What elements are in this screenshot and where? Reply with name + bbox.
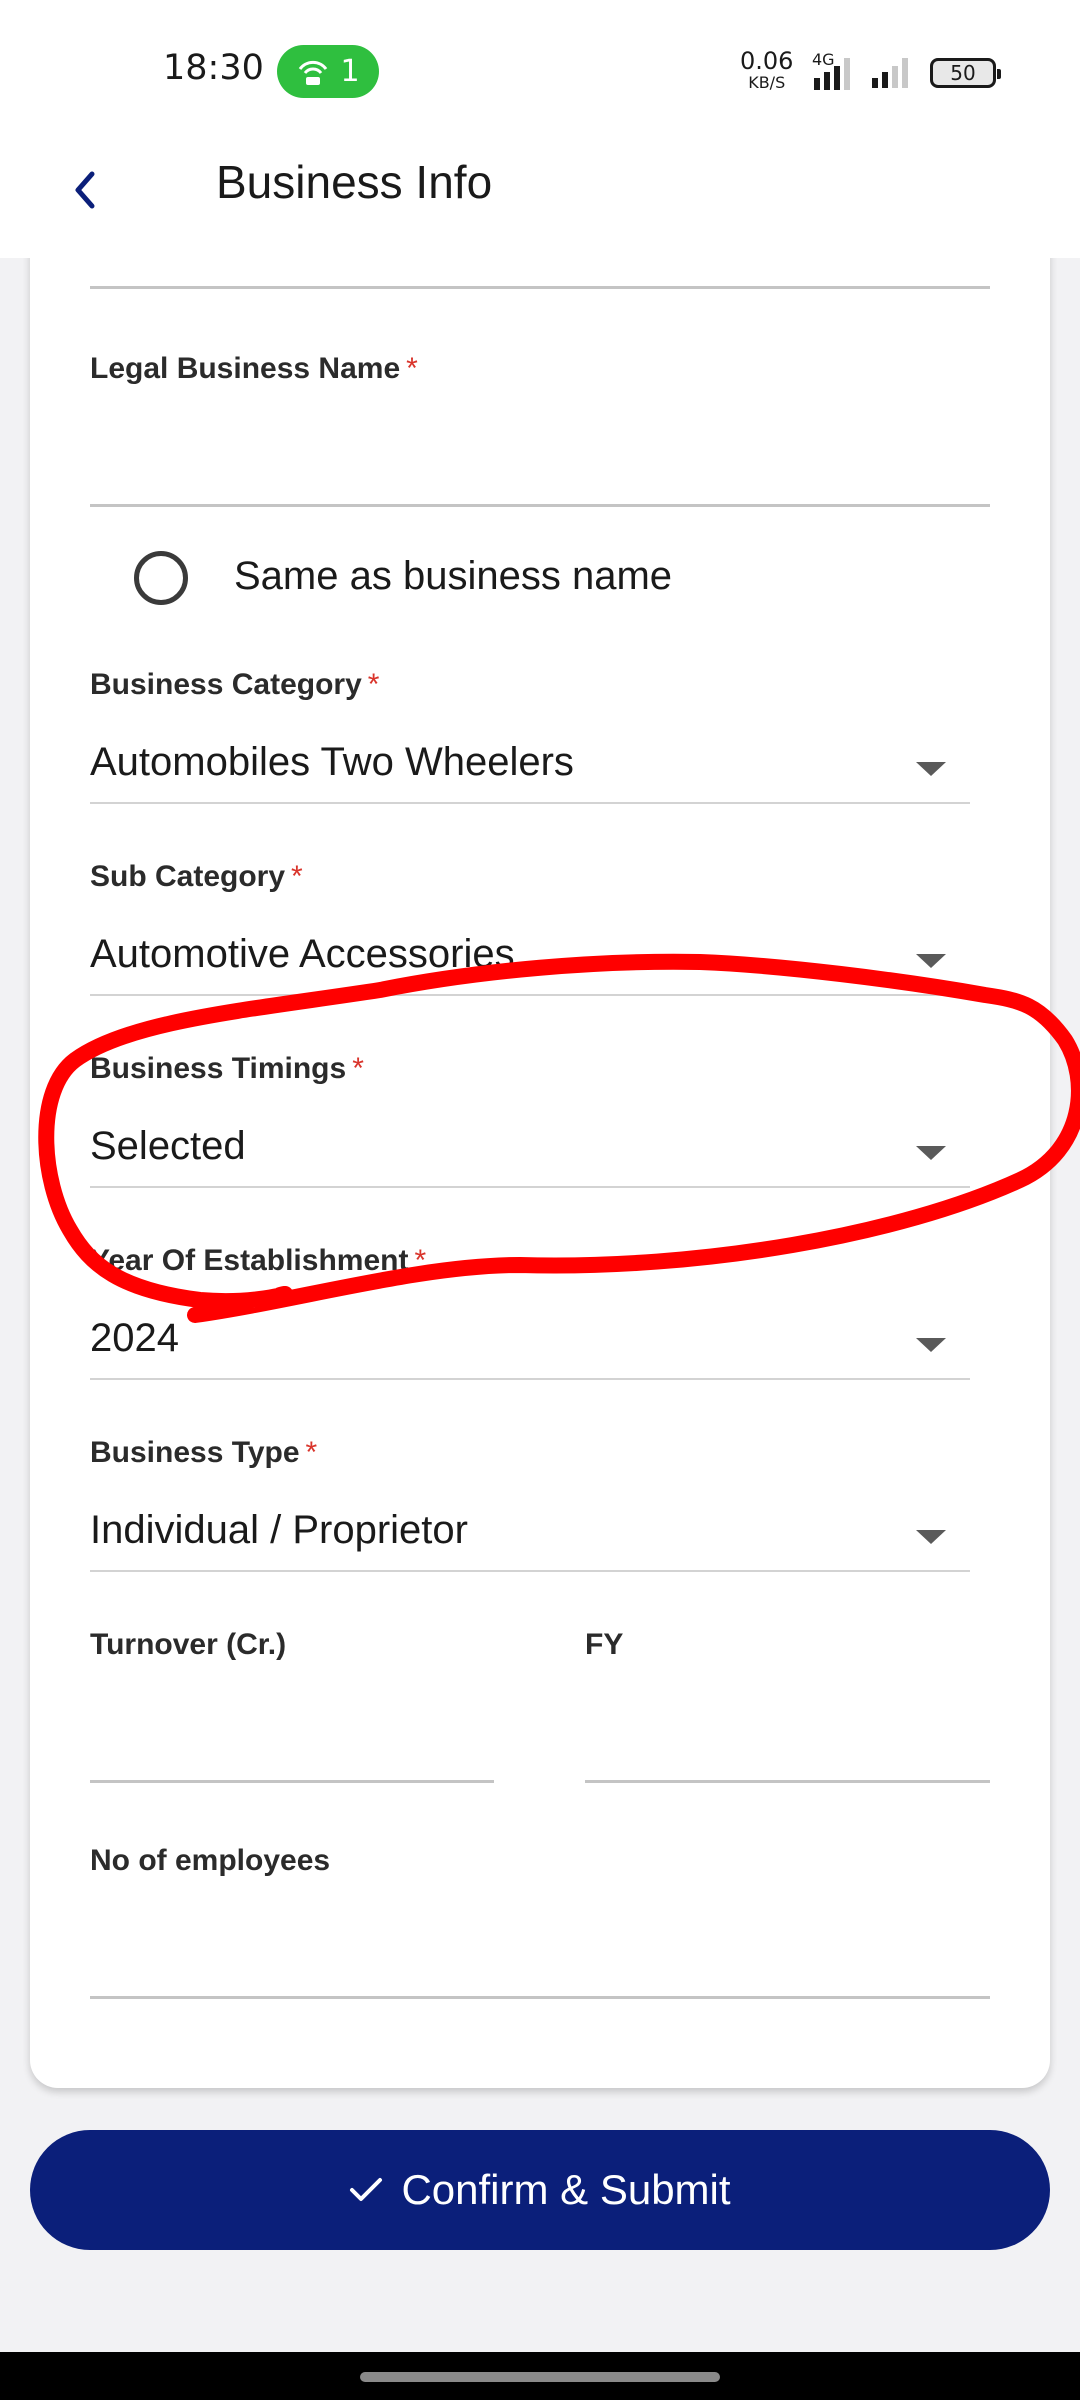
business-timings-select[interactable]: Selected [90,1104,970,1184]
battery-icon: 50 [930,58,1001,88]
confirm-submit-label: Confirm & Submit [401,2166,731,2213]
fy-label: FY [585,1628,624,1661]
business-type-underline [90,1570,970,1572]
app-header: Business Info [0,130,1080,258]
page-title: Business Info [216,156,493,208]
network-speed-value: 0.06 [740,47,794,75]
sub-category-select[interactable]: Automotive Accessories [90,912,970,992]
status-bar: 18:30 1 0.06 KB/S 4G 50 [0,0,1080,130]
status-time: 18:30 [163,48,264,88]
employees-input[interactable] [90,1892,990,1998]
required-asterisk: * [406,352,418,385]
year-of-establishment-label: Year Of Establishment * [90,1244,427,1277]
hotspot-icon [299,60,328,85]
fy-input[interactable] [585,1676,990,1782]
hotspot-indicator: 1 [277,45,379,98]
check-icon [350,2178,383,2201]
legal-business-name-underline [90,504,990,507]
sub-category-label: Sub Category * [90,860,303,893]
fy-underline [585,1780,990,1783]
network-speed-unit: KB/S [748,73,786,92]
turnover-underline [90,1780,494,1783]
employees-label: No of employees [90,1844,331,1877]
business-timings-label: Business Timings * [90,1052,364,1085]
chevron-down-icon [916,1338,946,1352]
back-button[interactable] [60,160,110,220]
previous-field-underline [90,286,990,289]
required-asterisk: * [352,1052,364,1085]
required-asterisk: * [291,860,303,893]
same-as-business-label[interactable]: Same as business name [234,554,672,599]
business-type-label: Business Type * [90,1436,318,1469]
turnover-input[interactable] [90,1676,494,1782]
business-type-value: Individual / Proprietor [90,1508,468,1552]
sub-category-value: Automotive Accessories [90,932,515,976]
chevron-down-icon [916,1530,946,1544]
network-speed: 0.06 KB/S [740,47,794,94]
same-as-business-radio[interactable] [134,551,188,605]
hotspot-count: 1 [340,54,360,89]
business-timings-underline [90,1186,970,1188]
chevron-down-icon [916,954,946,968]
home-gesture-handle[interactable] [360,2372,720,2382]
chevron-down-icon [916,762,946,776]
system-nav-bar [0,2352,1080,2400]
sub-category-underline [90,994,970,996]
chevron-left-icon [75,171,95,209]
business-category-select[interactable]: Automobiles Two Wheelers [90,720,970,800]
business-category-label: Business Category * [90,668,380,701]
year-of-establishment-value: 2024 [90,1316,179,1360]
network-type-label: 4G [812,50,835,69]
signal-4g: 4G [812,50,860,96]
turnover-label: Turnover (Cr.) [90,1628,287,1661]
business-type-select[interactable]: Individual / Proprietor [90,1488,970,1568]
business-category-value: Automobiles Two Wheelers [90,740,574,784]
confirm-submit-button[interactable]: Confirm & Submit [30,2130,1050,2250]
legal-business-name-input[interactable] [90,400,990,506]
legal-business-name-label: Legal Business Name * [90,352,418,385]
business-info-form: Legal Business Name * Same as business na… [30,200,1050,2088]
required-asterisk: * [367,668,380,701]
required-asterisk: * [414,1244,427,1277]
year-of-establishment-select[interactable]: 2024 [90,1296,970,1376]
chevron-down-icon [916,1146,946,1160]
signal-strength-2-icon [872,58,908,88]
required-asterisk: * [305,1436,318,1469]
business-category-underline [90,802,970,804]
employees-underline [90,1996,990,1999]
year-of-establishment-underline [90,1378,970,1380]
business-timings-value: Selected [90,1124,246,1168]
